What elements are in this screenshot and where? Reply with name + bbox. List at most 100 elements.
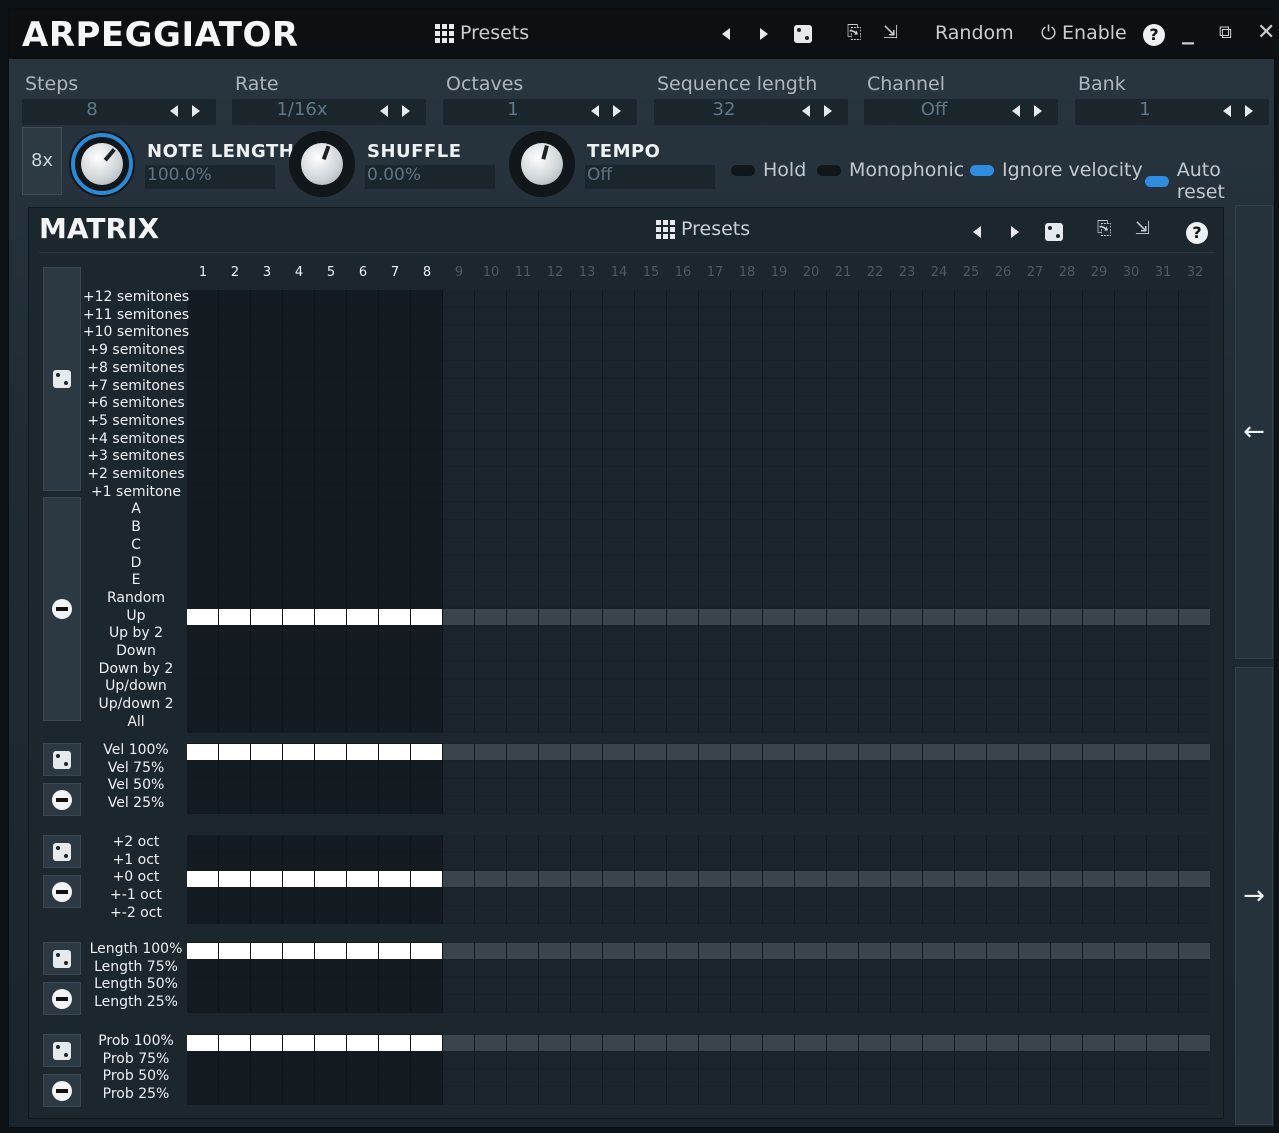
step-cell[interactable] (1083, 1034, 1114, 1051)
step-cell[interactable] (475, 942, 506, 959)
step-cell[interactable] (315, 870, 346, 887)
step-cell[interactable] (667, 870, 698, 887)
step-cell[interactable] (667, 942, 698, 959)
probability-grid[interactable] (187, 1034, 1210, 1105)
step-cell[interactable] (251, 942, 282, 959)
presets-button[interactable]: Presets (435, 22, 529, 44)
step-cell[interactable] (795, 1034, 826, 1051)
matrix-save-button[interactable]: ⇲ (1135, 218, 1150, 239)
toggle-auto-reset[interactable]: Auto reset (1145, 159, 1274, 203)
step-cell[interactable] (763, 743, 794, 760)
step-cell[interactable] (187, 870, 218, 887)
collapse-left-button[interactable]: ← (1235, 205, 1273, 659)
step-cell[interactable] (283, 743, 314, 760)
step-cell[interactable] (539, 942, 570, 959)
randomize-pitch-button[interactable] (43, 267, 81, 491)
step-cell[interactable] (859, 1034, 890, 1051)
clear-octave-button[interactable] (43, 875, 81, 908)
step-cell[interactable] (315, 942, 346, 959)
toggle-hold[interactable]: Hold (731, 159, 806, 181)
step-cell[interactable] (827, 942, 858, 959)
param-value-box[interactable]: 1 (1075, 99, 1269, 125)
step-cell[interactable] (475, 870, 506, 887)
toggle-monophonic[interactable]: Monophonic (817, 159, 964, 181)
arrow-left-icon[interactable] (1012, 105, 1020, 117)
step-cell[interactable] (827, 743, 858, 760)
step-cell[interactable] (1083, 870, 1114, 887)
step-cell[interactable] (347, 609, 378, 626)
param-value-box[interactable]: 8 (22, 99, 216, 125)
step-cell[interactable] (1083, 942, 1114, 959)
step-cell[interactable] (187, 1034, 218, 1051)
clear-probability-button[interactable] (43, 1074, 81, 1107)
prev-preset-button[interactable] (722, 28, 730, 40)
step-cell[interactable] (603, 1034, 634, 1051)
minimize-button[interactable]: _ (1182, 17, 1194, 45)
step-cell[interactable] (923, 1034, 954, 1051)
step-cell[interactable] (1115, 870, 1146, 887)
step-cell[interactable] (1115, 743, 1146, 760)
step-cell[interactable] (923, 609, 954, 626)
enable-button[interactable]: ⏻ Enable (1041, 22, 1127, 44)
step-cell[interactable] (859, 743, 890, 760)
step-cell[interactable] (603, 743, 634, 760)
param-value-box[interactable]: Off (864, 99, 1058, 125)
step-cell[interactable] (379, 743, 410, 760)
randomize-octave-button[interactable] (43, 835, 81, 868)
step-cell[interactable] (955, 743, 986, 760)
step-cell[interactable] (1051, 942, 1082, 959)
step-cell[interactable] (507, 743, 538, 760)
step-cell[interactable] (443, 743, 474, 760)
step-cell[interactable] (251, 870, 282, 887)
param-value-box[interactable]: 32 (654, 99, 848, 125)
step-cell[interactable] (1019, 743, 1050, 760)
step-cell[interactable] (411, 870, 442, 887)
step-cell[interactable] (347, 942, 378, 959)
step-cell[interactable] (379, 609, 410, 626)
clear-length-button[interactable] (43, 982, 81, 1015)
multiplier-button[interactable]: 8x (22, 127, 62, 195)
close-button[interactable]: ✕ (1257, 20, 1275, 45)
arrow-left-icon[interactable] (802, 105, 810, 117)
randomize-probability-button[interactable] (43, 1034, 81, 1067)
step-cell[interactable] (827, 1034, 858, 1051)
step-cell[interactable] (987, 870, 1018, 887)
randomize-velocity-button[interactable] (43, 743, 81, 776)
step-cell[interactable] (603, 942, 634, 959)
step-cell[interactable] (795, 609, 826, 626)
step-cell[interactable] (411, 743, 442, 760)
step-cell[interactable] (315, 1034, 346, 1051)
step-cell[interactable] (763, 870, 794, 887)
save-preset-button[interactable]: ⇲ (883, 22, 898, 43)
step-cell[interactable] (699, 870, 730, 887)
step-cell[interactable] (1115, 1034, 1146, 1051)
step-cell[interactable] (699, 1034, 730, 1051)
step-cell[interactable] (1179, 1034, 1210, 1051)
step-cell[interactable] (795, 942, 826, 959)
randomize-preset-button[interactable] (794, 25, 812, 43)
step-cell[interactable] (859, 942, 890, 959)
velocity-grid[interactable] (187, 743, 1210, 814)
step-cell[interactable] (283, 870, 314, 887)
step-cell[interactable] (379, 942, 410, 959)
step-cell[interactable] (859, 609, 890, 626)
step-cell[interactable] (443, 609, 474, 626)
matrix-prev-button[interactable] (973, 226, 981, 238)
step-cell[interactable] (219, 609, 250, 626)
param-value-box[interactable]: 1/16x (232, 99, 426, 125)
step-cell[interactable] (699, 942, 730, 959)
step-cell[interactable] (283, 1034, 314, 1051)
step-cell[interactable] (1051, 743, 1082, 760)
step-cell[interactable] (859, 870, 890, 887)
step-cell[interactable] (379, 870, 410, 887)
step-cell[interactable] (1019, 1034, 1050, 1051)
step-cell[interactable] (1083, 609, 1114, 626)
matrix-next-button[interactable] (1011, 226, 1019, 238)
step-cell[interactable] (987, 942, 1018, 959)
step-cell[interactable] (443, 942, 474, 959)
knob-value[interactable]: 0.00% (365, 165, 495, 189)
step-cell[interactable] (443, 870, 474, 887)
octave-grid[interactable] (187, 835, 1210, 924)
step-cell[interactable] (763, 942, 794, 959)
resize-button[interactable]: ⧉ (1219, 22, 1232, 43)
